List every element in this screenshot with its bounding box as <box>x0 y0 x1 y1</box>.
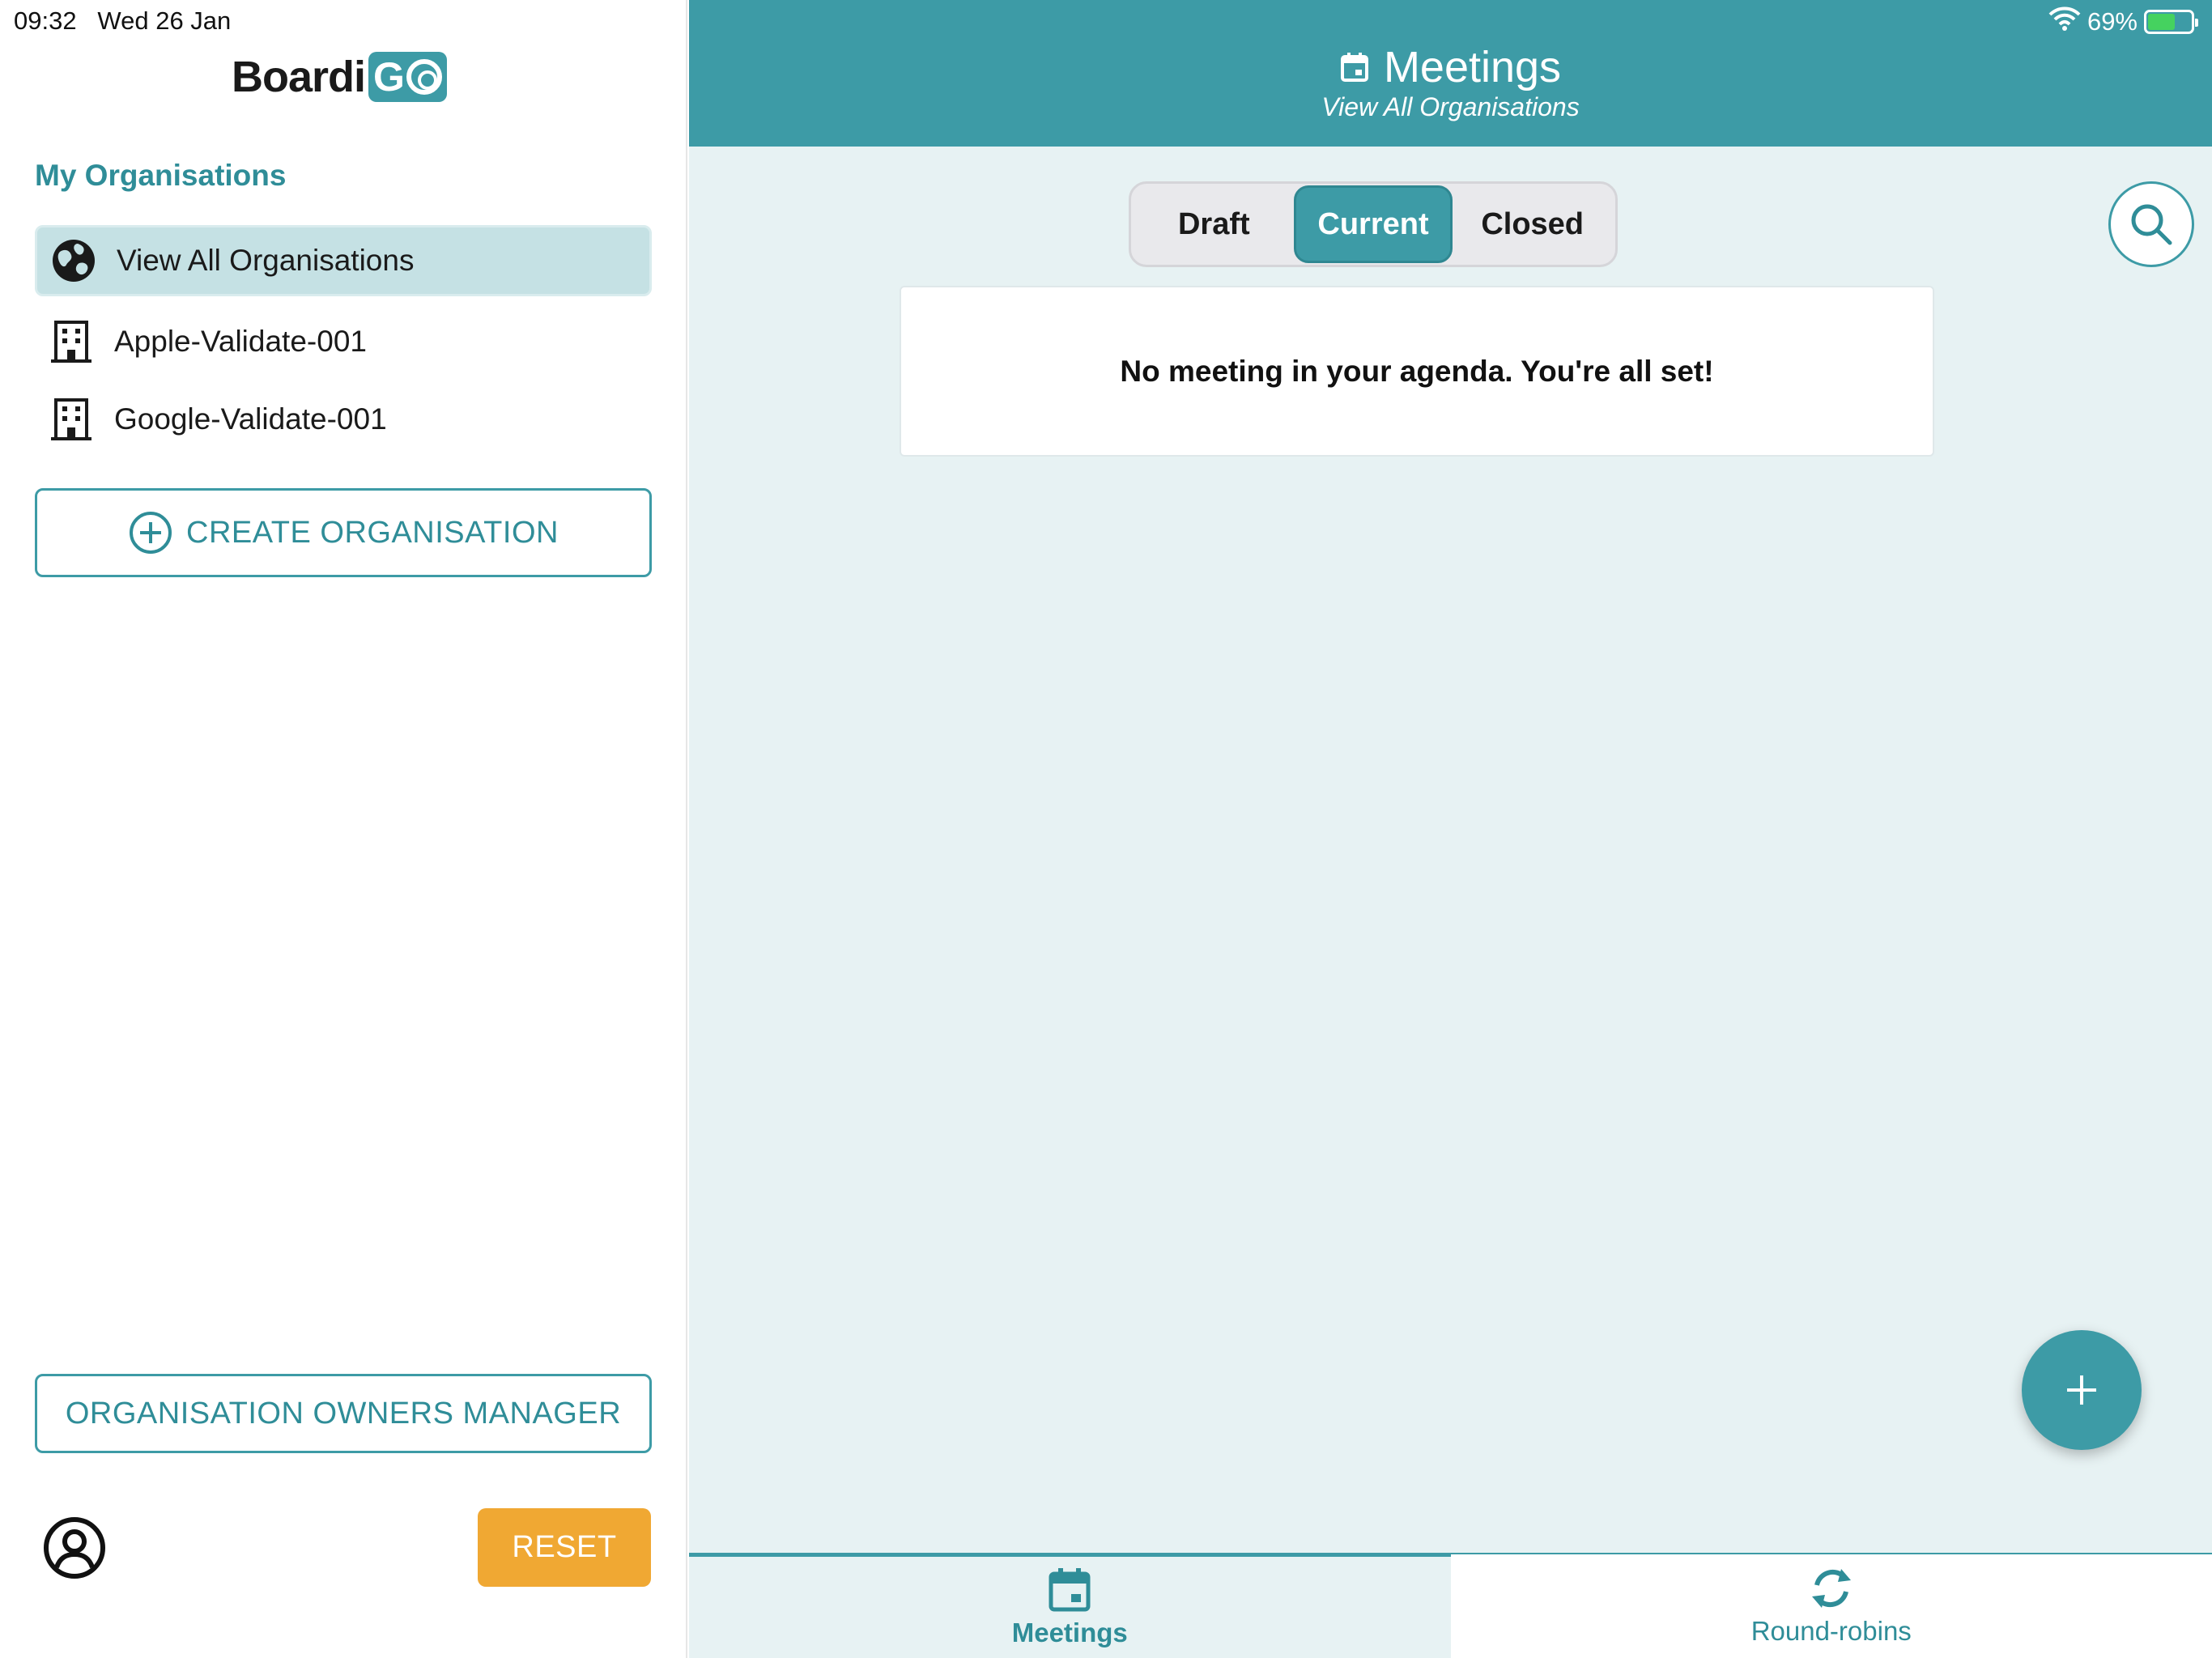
create-organisation-label: CREATE ORGANISATION <box>186 515 559 550</box>
battery-icon <box>2144 10 2198 34</box>
plus-circle-icon <box>128 510 173 555</box>
logo-text: Boardi <box>232 53 366 101</box>
header-bar: 69% Meetings View All Organisations <box>689 0 2212 147</box>
sidebar-item-label: Apple-Validate-001 <box>114 325 367 358</box>
sidebar-item-label: View All Organisations <box>117 244 415 277</box>
nav-tab-label: Round-robins <box>1750 1616 1912 1646</box>
calendar-icon <box>1340 52 1369 83</box>
empty-state-message: No meeting in your agenda. You're all se… <box>1120 354 1714 388</box>
main-panel: 69% Meetings View All Organisations Draf… <box>689 0 2212 1658</box>
building-icon <box>48 396 95 443</box>
status-date: Wed 26 Jan <box>97 6 232 35</box>
building-icon <box>48 318 95 365</box>
refresh-icon <box>1809 1566 1854 1611</box>
section-title-my-organisations: My Organisations <box>35 159 287 192</box>
calendar-icon <box>1048 1567 1091 1613</box>
plus-icon <box>2064 1372 2099 1408</box>
status-indicators: 69% <box>2048 6 2198 37</box>
sidebar-item-google-validate-001[interactable]: Google-Validate-001 <box>35 384 652 455</box>
page-title-text: Meetings <box>1383 43 1562 91</box>
meeting-status-tabs: Draft Current Closed <box>1129 181 1618 267</box>
create-organisation-button[interactable]: CREATE ORGANISATION <box>35 488 652 577</box>
status-time-date: 09:32 Wed 26 Jan <box>14 6 231 36</box>
globe-icon <box>50 237 97 284</box>
nav-tab-label: Meetings <box>1011 1617 1128 1647</box>
profile-icon[interactable] <box>42 1516 107 1580</box>
app-logo: Boardi G <box>232 50 447 104</box>
logo-go-badge: G <box>368 52 447 102</box>
battery-percent: 69% <box>2087 7 2138 36</box>
logo-o-icon <box>406 59 442 95</box>
status-time: 09:32 <box>14 6 77 35</box>
empty-state-card: No meeting in your agenda. You're all se… <box>900 286 1934 457</box>
tab-closed[interactable]: Closed <box>1453 185 1612 263</box>
search-button[interactable] <box>2108 181 2194 267</box>
page-title: Meetings <box>689 42 2212 92</box>
tab-current[interactable]: Current <box>1293 185 1453 263</box>
nav-tab-round-robins[interactable]: Round-robins <box>1450 1553 2212 1658</box>
sidebar-item-apple-validate-001[interactable]: Apple-Validate-001 <box>35 306 652 377</box>
organisation-owners-manager-button[interactable]: ORGANISATION OWNERS MANAGER <box>35 1374 652 1453</box>
tab-draft[interactable]: Draft <box>1134 185 1294 263</box>
logo-badge-letter: G <box>373 54 405 100</box>
nav-tab-meetings[interactable]: Meetings <box>689 1553 1451 1658</box>
sidebar-item-view-all-organisations[interactable]: View All Organisations <box>35 225 652 296</box>
page-subtitle: View All Organisations <box>1321 92 1580 121</box>
reset-button[interactable]: RESET <box>478 1508 651 1587</box>
wifi-icon <box>2048 6 2081 37</box>
bottom-navigation: Meetings Round-robins <box>689 1553 2212 1658</box>
add-meeting-button[interactable] <box>2022 1330 2142 1450</box>
sidebar-item-label: Google-Validate-001 <box>114 402 387 436</box>
search-icon <box>2129 202 2174 247</box>
sidebar: 09:32 Wed 26 Jan Boardi G My Organisatio… <box>0 0 687 1658</box>
